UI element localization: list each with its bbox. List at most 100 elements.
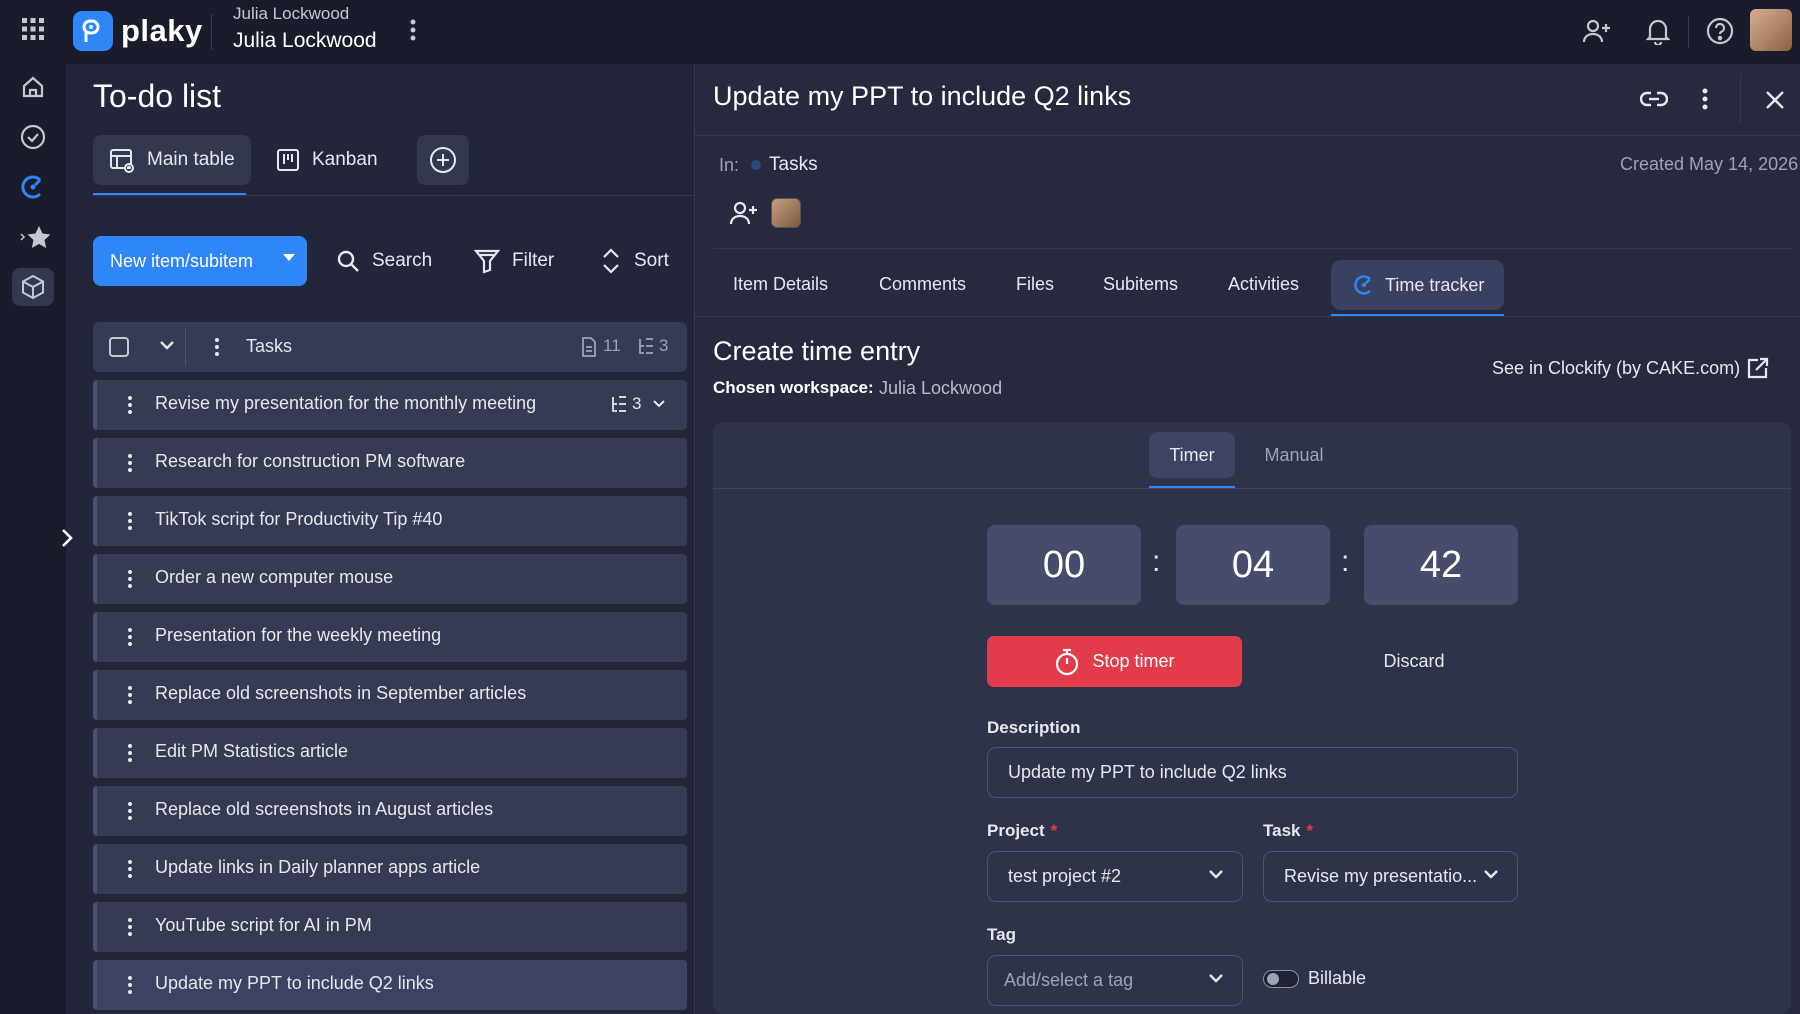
- workspace-switcher-label: Julia Lockwood: [233, 4, 350, 23]
- task-row[interactable]: Update links in Daily planner apps artic…: [93, 844, 687, 894]
- clockify-icon[interactable]: [18, 172, 48, 202]
- view-tab-main-table[interactable]: Main table: [93, 135, 251, 185]
- new-item-button[interactable]: New item/subitem: [93, 236, 307, 286]
- copy-link-icon[interactable]: [1637, 84, 1671, 114]
- workspace-box-icon[interactable]: [12, 268, 54, 306]
- workspace-menu-icon[interactable]: [403, 16, 423, 44]
- chevron-down-icon: [1208, 869, 1224, 881]
- task-row[interactable]: Research for construction PM software: [93, 438, 687, 488]
- tab-subitems[interactable]: Subitems: [1103, 260, 1178, 308]
- divider: [211, 14, 212, 50]
- chosen-workspace-label: Chosen workspace:: [713, 378, 874, 397]
- see-in-clockify-link[interactable]: See in Clockify (by CAKE.com): [1492, 358, 1740, 379]
- tab-activities[interactable]: Activities: [1228, 260, 1299, 308]
- group-menu-icon[interactable]: [214, 337, 220, 357]
- task-name[interactable]: Update my PPT to include Q2 links: [155, 973, 434, 994]
- project-select[interactable]: test project #2: [987, 851, 1243, 902]
- description-value: Update my PPT to include Q2 links: [1008, 762, 1287, 782]
- row-menu-icon[interactable]: [127, 743, 133, 763]
- discard-button[interactable]: Discard: [1349, 636, 1479, 687]
- search-button[interactable]: Search: [336, 236, 432, 286]
- apps-grid-icon[interactable]: [20, 16, 46, 42]
- task-name[interactable]: YouTube script for AI in PM: [155, 915, 372, 936]
- caret-down-icon[interactable]: [283, 254, 295, 262]
- invite-user-icon[interactable]: [1580, 14, 1614, 48]
- row-menu-icon[interactable]: [127, 569, 133, 589]
- task-row[interactable]: YouTube script for AI in PM: [93, 902, 687, 952]
- task-name[interactable]: Replace old screenshots in August articl…: [155, 799, 493, 820]
- group-color-dot: [751, 160, 761, 170]
- row-menu-icon[interactable]: [127, 395, 133, 415]
- group-name: Tasks: [246, 336, 293, 356]
- row-menu-icon[interactable]: [127, 917, 133, 937]
- my-work-check-icon[interactable]: [18, 122, 48, 152]
- task-row[interactable]: TikTok script for Productivity Tip #40: [93, 496, 687, 546]
- assignee-avatar[interactable]: [771, 198, 801, 228]
- collapse-group-chevron-icon[interactable]: [159, 340, 175, 352]
- add-view-button[interactable]: [417, 135, 469, 185]
- item-menu-icon[interactable]: [1695, 84, 1715, 114]
- row-menu-icon[interactable]: [127, 453, 133, 473]
- close-icon[interactable]: [1760, 86, 1790, 114]
- task-select[interactable]: Revise my presentatio...: [1263, 851, 1518, 902]
- filter-icon: [474, 248, 500, 274]
- row-menu-icon[interactable]: [127, 685, 133, 705]
- task-row[interactable]: Presentation for the weekly meeting: [93, 612, 687, 662]
- tab-files[interactable]: Files: [1016, 260, 1054, 308]
- filter-button[interactable]: Filter: [474, 236, 554, 286]
- task-name[interactable]: Edit PM Statistics article: [155, 741, 348, 762]
- row-menu-icon[interactable]: [127, 975, 133, 995]
- board-location-label: In:: [719, 155, 740, 175]
- sort-button[interactable]: Sort: [600, 236, 669, 286]
- items-count-icon: [581, 337, 597, 357]
- task-name[interactable]: Revise my presentation for the monthly m…: [155, 393, 536, 414]
- description-field[interactable]: Update my PPT to include Q2 links: [987, 747, 1518, 798]
- subitems-count: 3: [659, 336, 669, 355]
- user-avatar[interactable]: [1750, 9, 1792, 51]
- task-row[interactable]: Replace old screenshots in August articl…: [93, 786, 687, 836]
- row-menu-icon[interactable]: [127, 801, 133, 821]
- favorites-star-icon[interactable]: [8, 222, 58, 252]
- sort-label: Sort: [634, 250, 669, 271]
- chevron-down-icon: [1483, 869, 1499, 881]
- board-location-value[interactable]: Tasks: [769, 154, 818, 176]
- divider: [694, 316, 1800, 317]
- timer-mode-tab[interactable]: Timer: [1149, 432, 1235, 478]
- tab-item-details[interactable]: Item Details: [733, 260, 828, 308]
- task-row[interactable]: Revise my presentation for the monthly m…: [93, 380, 687, 430]
- stop-timer-button[interactable]: Stop timer: [987, 636, 1242, 687]
- task-name[interactable]: Replace old screenshots in September art…: [155, 683, 526, 704]
- search-label: Search: [372, 250, 433, 271]
- plaky-logo[interactable]: plaky: [73, 9, 203, 53]
- row-menu-icon[interactable]: [127, 627, 133, 647]
- task-row-selected[interactable]: Update my PPT to include Q2 links: [93, 960, 687, 1010]
- notifications-bell-icon[interactable]: [1642, 14, 1674, 48]
- task-name[interactable]: Update links in Daily planner apps artic…: [155, 857, 480, 878]
- subitems-count: 3: [632, 394, 642, 413]
- task-name[interactable]: Order a new computer mouse: [155, 567, 393, 588]
- row-menu-icon[interactable]: [127, 859, 133, 879]
- task-name[interactable]: TikTok script for Productivity Tip #40: [155, 509, 442, 530]
- task-row[interactable]: Edit PM Statistics article: [93, 728, 687, 778]
- manual-mode-tab[interactable]: Manual: [1251, 432, 1337, 478]
- tab-comments[interactable]: Comments: [879, 260, 966, 308]
- add-person-icon[interactable]: [728, 198, 760, 228]
- select-all-checkbox[interactable]: [109, 337, 129, 357]
- task-name[interactable]: Presentation for the weekly meeting: [155, 625, 441, 646]
- expand-subitems-chevron-icon[interactable]: [653, 400, 665, 408]
- tag-select[interactable]: Add/select a tag: [987, 955, 1243, 1006]
- tab-time-tracker[interactable]: Time tracker: [1331, 260, 1504, 310]
- workspace-name[interactable]: Julia Lockwood: [233, 29, 377, 53]
- task-row[interactable]: Order a new computer mouse: [93, 554, 687, 604]
- home-icon[interactable]: [18, 72, 48, 102]
- task-name[interactable]: Research for construction PM software: [155, 451, 465, 472]
- help-icon[interactable]: [1703, 14, 1737, 48]
- external-link-icon[interactable]: [1744, 356, 1770, 382]
- plus-circle-icon: [430, 147, 456, 173]
- view-tab-kanban[interactable]: Kanban: [260, 135, 394, 185]
- timer-hours: 00: [987, 525, 1141, 605]
- row-menu-icon[interactable]: [127, 511, 133, 531]
- expand-sidebar-chevron-icon[interactable]: [60, 527, 80, 551]
- task-row[interactable]: Replace old screenshots in September art…: [93, 670, 687, 720]
- item-title[interactable]: Update my PPT to include Q2 links: [713, 81, 1131, 112]
